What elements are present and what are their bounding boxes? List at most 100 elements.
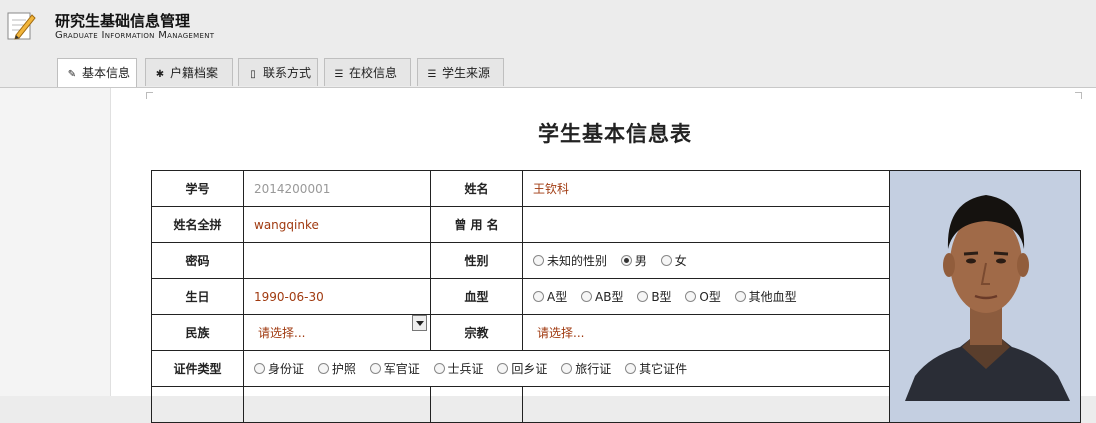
tab-household-archive[interactable]: ✱ 户籍档案 — [145, 58, 233, 86]
id-type-option-travel-permit[interactable]: 旅行证 — [561, 360, 611, 377]
blood-type-option-label: A型 — [547, 290, 568, 304]
radio-button[interactable] — [433, 363, 445, 374]
radio-button[interactable] — [533, 291, 544, 302]
pencil-icon: ✎ — [67, 69, 77, 80]
id-type-option-passport[interactable]: 护照 — [317, 360, 356, 377]
id-type-option-other[interactable]: 其它证件 — [625, 360, 687, 377]
id-type-option-label: 回乡证 — [511, 362, 548, 376]
blood-type-option-label: AB型 — [595, 290, 624, 304]
page-corner-mark — [1075, 92, 1082, 99]
student-id-label: 学号 — [151, 170, 244, 207]
student-photo — [889, 170, 1081, 423]
gender-option-male[interactable]: 男 — [620, 252, 647, 269]
radio-button-selected[interactable] — [620, 255, 632, 266]
id-type-option-label: 其它证件 — [639, 362, 688, 376]
pinyin-field[interactable]: wangqinke — [243, 206, 431, 243]
list-icon: ☰ — [334, 69, 344, 80]
pinyin-label: 姓名全拼 — [151, 206, 244, 243]
former-name-field[interactable] — [522, 206, 890, 243]
gender-label: 性别 — [430, 242, 523, 279]
password-field[interactable] — [243, 242, 431, 279]
ethnicity-select[interactable]: 请选择... — [243, 314, 431, 351]
tab-contact[interactable]: ▯ 联系方式 — [238, 58, 318, 86]
id-type-option-officer-card[interactable]: 军官证 — [369, 360, 420, 377]
id-type-option-label: 士兵证 — [447, 362, 484, 376]
student-id-field[interactable]: 2014200001 — [243, 170, 431, 207]
tab-label: 基本信息 — [82, 66, 131, 80]
religion-select[interactable]: 请选择... — [522, 314, 890, 351]
app-subtitle: Graduate Information Management — [55, 30, 215, 41]
ethnicity-label: 民族 — [151, 314, 244, 351]
app-header: 研究生基础信息管理 Graduate Information Managemen… — [0, 0, 1096, 56]
id-type-option-soldier-card[interactable]: 士兵证 — [433, 360, 484, 377]
radio-button[interactable] — [317, 363, 329, 374]
id-type-option-label: 身份证 — [268, 362, 305, 376]
radio-button[interactable] — [497, 363, 509, 374]
blood-type-option-label: 其他血型 — [748, 290, 797, 304]
app-title: 研究生基础信息管理 — [55, 12, 191, 30]
blood-type-option-label: B型 — [651, 290, 672, 304]
former-name-label: 曾 用 名 — [430, 206, 523, 243]
radio-button[interactable] — [369, 363, 381, 374]
radio-button[interactable] — [685, 291, 697, 302]
table-row-partial — [151, 386, 244, 423]
radio-button[interactable] — [637, 291, 649, 302]
mobile-phone-icon: ▯ — [250, 69, 256, 80]
gender-option-label: 女 — [674, 254, 687, 268]
blood-type-option-o[interactable]: O型 — [685, 288, 721, 305]
tab-label: 户籍档案 — [170, 66, 219, 80]
religion-placeholder: 请选择... — [537, 326, 585, 340]
tab-label: 学生来源 — [442, 66, 491, 80]
gender-option-label: 男 — [634, 254, 647, 268]
radio-button[interactable] — [533, 255, 544, 266]
gender-option-female[interactable]: 女 — [660, 252, 687, 269]
id-type-radio-group: 身份证 护照 军官证 士兵证 回乡证 旅行证 其它证件 — [243, 350, 890, 387]
gender-option-unknown[interactable]: 未知的性别 — [533, 252, 607, 269]
table-cell — [430, 386, 523, 423]
radio-button[interactable] — [625, 363, 637, 374]
birthday-label: 生日 — [151, 278, 244, 315]
birthday-field[interactable]: 1990-06-30 — [243, 278, 431, 315]
blood-type-label: 血型 — [430, 278, 523, 315]
blood-type-option-ab[interactable]: AB型 — [581, 288, 624, 305]
ethnicity-dropdown[interactable]: 请选择... — [258, 315, 430, 341]
ethnicity-placeholder: 请选择... — [258, 326, 306, 340]
id-type-label: 证件类型 — [151, 350, 244, 387]
religion-label: 宗教 — [430, 314, 523, 351]
blood-type-option-other[interactable]: 其他血型 — [734, 288, 797, 305]
table-cell — [243, 386, 431, 423]
name-label: 姓名 — [430, 170, 523, 207]
radio-button[interactable] — [561, 363, 573, 374]
gear-icon: ✱ — [155, 69, 165, 80]
blood-type-option-a[interactable]: A型 — [533, 288, 567, 305]
student-photo-image — [890, 171, 1080, 401]
table-cell — [522, 386, 890, 423]
tab-school-info[interactable]: ☰ 在校信息 — [324, 58, 411, 86]
id-type-option-id-card[interactable]: 身份证 — [254, 360, 304, 377]
radio-button[interactable] — [254, 363, 265, 374]
form-title: 学生基本信息表 — [538, 121, 692, 146]
id-type-option-label: 旅行证 — [575, 362, 612, 376]
page-corner-mark — [146, 92, 153, 99]
radio-button[interactable] — [581, 291, 593, 302]
blood-type-option-b[interactable]: B型 — [637, 288, 672, 305]
name-field[interactable]: 王钦科 — [522, 170, 890, 207]
radio-button[interactable] — [660, 255, 672, 266]
id-type-option-homecoming-permit[interactable]: 回乡证 — [497, 360, 547, 377]
tab-label: 在校信息 — [349, 66, 398, 80]
gender-option-label: 未知的性别 — [547, 254, 608, 268]
password-label: 密码 — [151, 242, 244, 279]
student-info-table: 学号 2014200001 姓名 王钦科 姓名全拼 wangqinke 曾 用 … — [151, 170, 1081, 423]
left-pane — [0, 88, 111, 396]
id-type-option-label: 护照 — [331, 362, 356, 376]
tab-student-source[interactable]: ☰ 学生来源 — [417, 58, 504, 86]
blood-type-option-label: O型 — [699, 290, 721, 304]
tab-basic-info[interactable]: ✎ 基本信息 — [57, 58, 137, 89]
chevron-down-icon[interactable] — [412, 315, 427, 331]
gender-radio-group: 未知的性别 男 女 — [522, 242, 890, 279]
notepad-pencil-icon — [7, 12, 36, 40]
blood-type-radio-group: A型 AB型 B型 O型 其他血型 — [522, 278, 890, 315]
radio-button[interactable] — [734, 291, 746, 302]
list-icon: ☰ — [427, 69, 437, 80]
tab-label: 联系方式 — [263, 66, 312, 80]
